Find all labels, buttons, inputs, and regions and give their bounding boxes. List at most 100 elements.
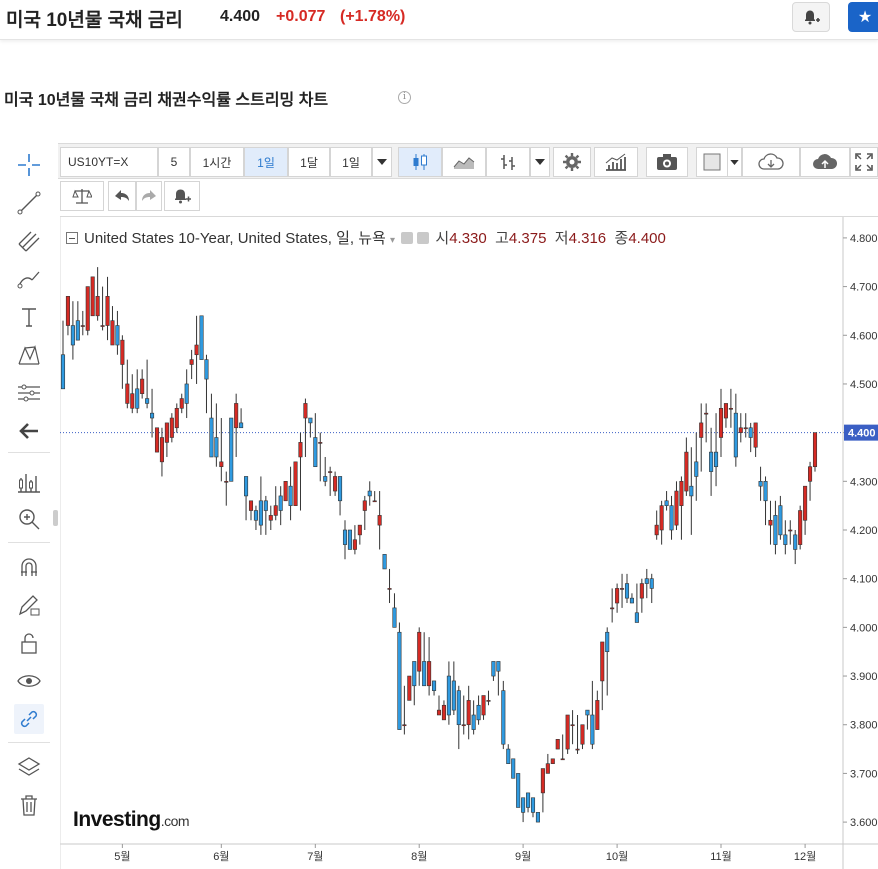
x-tick-label: 8월	[411, 850, 427, 863]
magnet-tool[interactable]	[14, 552, 44, 582]
candle-body	[540, 768, 545, 794]
indicators-button[interactable]	[594, 147, 638, 177]
text-tool[interactable]	[14, 302, 44, 332]
bars-style-button[interactable]	[486, 147, 530, 177]
screenshot-button[interactable]	[646, 147, 688, 177]
candle-body	[80, 325, 85, 327]
interval-1month-button[interactable]: 1달	[288, 147, 330, 177]
candle-body	[194, 344, 199, 356]
delete-tool[interactable]	[14, 790, 44, 820]
candle-body	[273, 505, 278, 516]
candle-body	[397, 631, 402, 730]
load-chart-button[interactable]	[742, 147, 800, 177]
brush-tool[interactable]	[14, 264, 44, 294]
y-tick-label: 4.200	[850, 525, 878, 537]
legend-settings-icon[interactable]	[417, 232, 430, 244]
candle	[798, 505, 803, 550]
x-tick-label: 10월	[606, 850, 628, 863]
crosshair-tool[interactable]	[14, 150, 44, 180]
legend-close: 4.400	[628, 230, 666, 247]
trendline-tool[interactable]	[14, 188, 44, 218]
minimize-legend-icon[interactable]	[66, 232, 78, 244]
legend-caret-icon[interactable]: ▾	[390, 235, 395, 246]
legend-high: 4.375	[508, 230, 547, 247]
legend-high-label: 고	[495, 230, 509, 247]
candle-body	[95, 296, 100, 317]
candle-body	[654, 524, 659, 536]
price-chart[interactable]: 3.600 3.700 3.800 3.900 4.000 4.100 4.200 4.300…	[60, 216, 878, 869]
candle-body	[575, 748, 580, 751]
chart-alert-button[interactable]	[164, 181, 200, 211]
bar-chart-icon	[18, 474, 40, 493]
add-watchlist-button[interactable]: ★	[848, 2, 878, 32]
back-tool[interactable]	[14, 416, 44, 446]
x-tick-label: 5월	[114, 850, 130, 863]
candle-body	[75, 320, 80, 341]
rail-divider	[8, 452, 50, 453]
settings-button[interactable]	[553, 147, 591, 177]
redo-button[interactable]	[136, 181, 162, 211]
x-tick-label: 9월	[515, 850, 531, 863]
background-color-button[interactable]	[696, 147, 728, 177]
candle-body	[545, 763, 550, 774]
candle	[516, 773, 521, 808]
zoom-tool[interactable]	[14, 504, 44, 534]
scale-icon	[72, 189, 92, 204]
symbol-input[interactable]: US10YT=X	[60, 147, 158, 177]
visibility-tool[interactable]	[14, 666, 44, 696]
info-icon[interactable]: i	[398, 91, 411, 104]
candle-body	[407, 675, 412, 701]
fullscreen-button[interactable]	[850, 147, 878, 177]
undo-button[interactable]	[108, 181, 136, 211]
measure-tool[interactable]	[14, 378, 44, 408]
legend-low: 4.316	[568, 230, 607, 247]
candle-body	[580, 724, 585, 745]
caret-down-icon	[730, 159, 739, 165]
candle-body	[219, 461, 224, 468]
compare-button[interactable]	[60, 181, 104, 211]
candle-body	[229, 417, 234, 482]
candle-body	[753, 422, 758, 448]
indicators-tool[interactable]	[14, 466, 44, 496]
candle-body	[723, 403, 728, 419]
candle-body	[466, 700, 471, 726]
pitchfork-tool[interactable]	[14, 226, 44, 256]
instrument-header: 미국 10년물 국채 금리 4.400 +0.077 (+1.78%) ★	[0, 0, 878, 40]
candle-body	[620, 588, 625, 590]
candles-style-button[interactable]	[398, 147, 442, 177]
layers-tool[interactable]	[14, 752, 44, 782]
area-style-button[interactable]	[442, 147, 486, 177]
candle-body	[422, 661, 427, 687]
eye-icon	[17, 675, 41, 687]
interval-1hour-button[interactable]: 1시간	[190, 147, 244, 177]
candle-body	[367, 490, 372, 497]
candle-body	[560, 758, 565, 761]
candle-body	[387, 588, 392, 590]
color-dropdown-button[interactable]	[728, 147, 742, 177]
candle-body	[318, 442, 323, 444]
candle	[535, 812, 540, 823]
candle-body	[718, 407, 724, 438]
style-dropdown-button[interactable]	[530, 147, 550, 177]
x-tick-label: 12월	[794, 850, 816, 863]
candle-body	[763, 481, 768, 502]
time-axis: 5월 6월 7월 8월 9월 10월 11월 12월	[114, 844, 816, 863]
save-chart-button[interactable]	[800, 147, 850, 177]
link-tool[interactable]	[14, 704, 44, 734]
range-dropdown-button[interactable]	[372, 147, 392, 177]
interval-5min-button[interactable]: 5	[158, 147, 190, 177]
lock-drawing-tool[interactable]	[14, 590, 44, 620]
candle-body	[253, 510, 258, 521]
interval-1day-button[interactable]: 1일	[244, 147, 288, 177]
range-select[interactable]: 1일	[330, 147, 372, 177]
unlock-icon	[21, 633, 37, 654]
last-price: 4.400	[220, 8, 261, 25]
candle-body	[585, 709, 590, 716]
candle-body	[526, 792, 531, 808]
pattern-tool[interactable]	[14, 340, 44, 370]
unlock-tool[interactable]	[14, 628, 44, 658]
legend-visibility-icon[interactable]	[401, 232, 414, 244]
rail-collapse-handle[interactable]	[53, 510, 58, 526]
add-alert-button[interactable]	[792, 2, 830, 32]
candle-body	[496, 661, 501, 672]
